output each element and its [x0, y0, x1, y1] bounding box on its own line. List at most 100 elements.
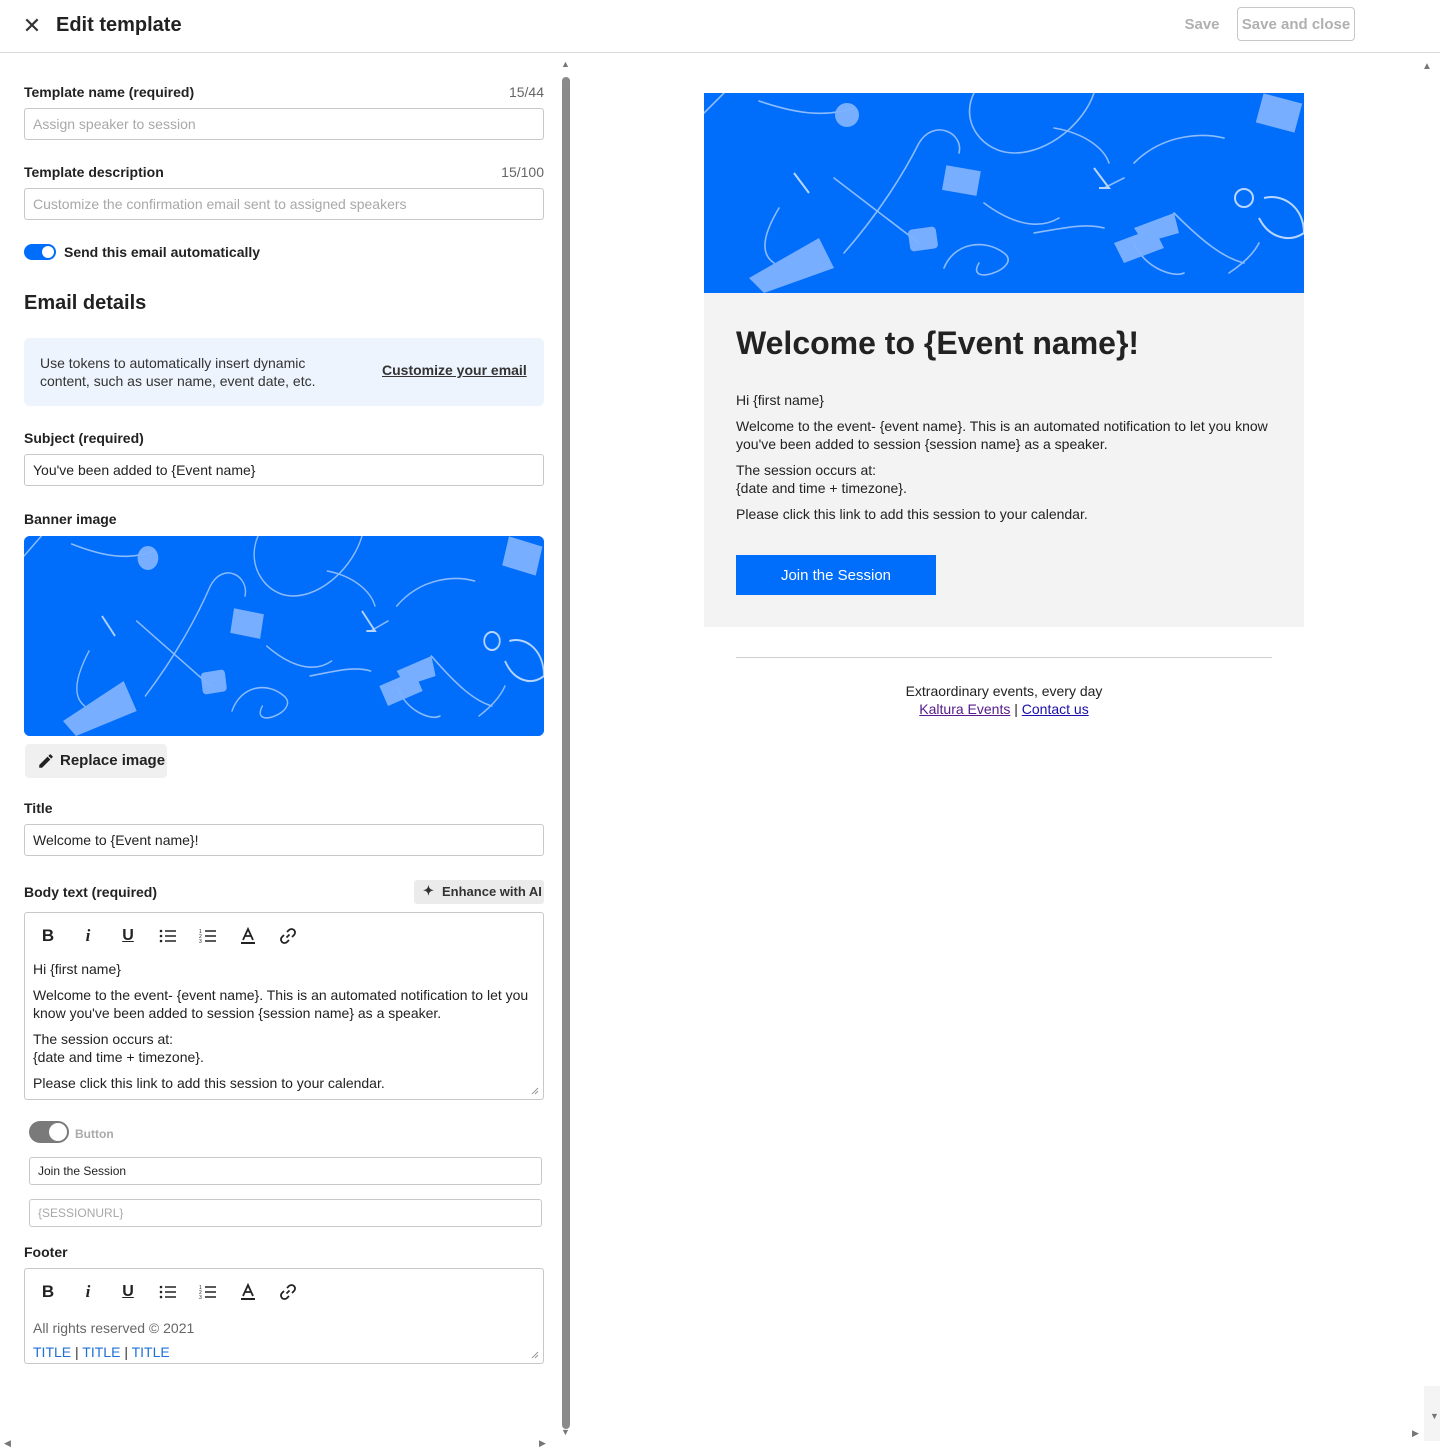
scroll-down-arrow-icon[interactable]: ▼: [1430, 1411, 1439, 1421]
footer-link[interactable]: TITLE: [82, 1344, 120, 1360]
scroll-left-arrow-icon[interactable]: ◀: [4, 1438, 11, 1449]
bullet-list-icon[interactable]: [156, 1279, 180, 1305]
preview-join-session-button[interactable]: Join the Session: [736, 555, 936, 595]
scroll-up-arrow-icon[interactable]: ▲: [1422, 61, 1432, 72]
save-and-close-button[interactable]: Save and close: [1237, 7, 1355, 41]
toggle-knob: [42, 246, 54, 258]
template-description-label: Template description: [24, 164, 164, 180]
underline-icon[interactable]: U: [116, 923, 140, 949]
body-text-label: Body text (required): [24, 884, 158, 900]
close-icon[interactable]: ✕: [20, 14, 44, 38]
toggle-knob: [49, 1123, 67, 1141]
underline-icon[interactable]: U: [116, 1279, 140, 1305]
body-paragraph-intro: Welcome to the event- {event name}. This…: [33, 987, 529, 1021]
auto-send-toggle[interactable]: [24, 244, 56, 260]
bold-icon[interactable]: B: [36, 923, 60, 949]
template-name-input[interactable]: Assign speaker to session: [24, 108, 544, 140]
preview-email-title: Welcome to {Event name}!: [736, 325, 1140, 361]
page-title: Edit template: [56, 14, 182, 36]
footer-link-separator: |: [124, 1344, 128, 1360]
button-toggle-label: Button: [75, 1127, 114, 1141]
subject-label: Subject (required): [24, 430, 144, 446]
email-details-heading: Email details: [24, 292, 147, 314]
preview-paragraph-session-time: The session occurs at: {date and time + t…: [736, 461, 1276, 497]
enhance-with-ai-label: Enhance with AI: [442, 884, 542, 899]
italic-icon[interactable]: i: [76, 1279, 100, 1305]
preview-session-datetime: {date and time + timezone}.: [736, 480, 907, 496]
italic-icon[interactable]: i: [76, 923, 100, 949]
preview-footer-links: Kaltura Events | Contact us: [704, 700, 1304, 718]
scroll-down-arrow-icon[interactable]: ▼: [561, 1427, 570, 1437]
footer-link-separator: |: [75, 1344, 79, 1360]
subject-input[interactable]: You've been added to {Event name}: [24, 454, 544, 486]
body-editor-content[interactable]: Hi {first name} Welcome to the event- {e…: [33, 960, 533, 1100]
body-paragraph-session-time: The session occurs at: {date and time + t…: [33, 1030, 533, 1066]
auto-send-label: Send this email automatically: [64, 244, 261, 260]
preview-paragraph-greeting: Hi {first name}: [736, 392, 824, 408]
banner-image-thumbnail: [24, 536, 544, 736]
text-color-icon[interactable]: [236, 1279, 260, 1305]
save-button[interactable]: Save: [1172, 8, 1232, 40]
text-color-icon[interactable]: [236, 923, 260, 949]
banner-image-label: Banner image: [24, 511, 117, 527]
numbered-list-icon[interactable]: 123: [196, 923, 220, 949]
svg-text:3: 3: [199, 939, 202, 945]
body-paragraph-greeting: Hi {first name}: [33, 961, 121, 977]
email-preview-panel: ▲ Welcome to {Event name}! Hi {first nam…: [574, 53, 1440, 1455]
contact-us-link[interactable]: Contact us: [1022, 701, 1089, 717]
body-session-label: The session occurs at:: [33, 1031, 174, 1047]
svg-text:3: 3: [199, 1295, 202, 1301]
body-paragraph-calendar: Please click this link to add this sessi…: [33, 1075, 385, 1091]
button-url-input[interactable]: {SESSIONURL}: [29, 1199, 542, 1227]
replace-image-button[interactable]: Replace image: [25, 744, 167, 778]
scroll-right-arrow-icon[interactable]: ▶: [1412, 1428, 1419, 1439]
preview-footer-tagline: Extraordinary events, every day: [905, 683, 1103, 699]
body-session-datetime: {date and time + timezone}.: [33, 1049, 204, 1065]
footer-link[interactable]: TITLE: [132, 1344, 170, 1360]
resize-handle-icon[interactable]: [531, 1351, 539, 1359]
template-name-counter: 15/44: [508, 84, 544, 100]
resize-handle-icon[interactable]: [531, 1087, 539, 1095]
form-scrollbar[interactable]: ▲ ▼: [559, 53, 573, 1455]
body-text-editor[interactable]: B i U 123 Hi {first name} Welcome to the…: [24, 912, 544, 1100]
preview-footer-separator: |: [1014, 701, 1018, 717]
button-text-input[interactable]: Join the Session: [29, 1157, 542, 1185]
template-description-counter: 15/100: [501, 164, 544, 180]
customize-email-link[interactable]: Customize your email: [382, 362, 527, 378]
form-panel: Template name (required) 15/44 Assign sp…: [0, 53, 573, 1455]
scroll-up-arrow-icon[interactable]: ▲: [561, 59, 570, 69]
banner-illustration: [24, 536, 544, 736]
button-toggle[interactable]: [29, 1121, 69, 1143]
footer-label: Footer: [24, 1244, 68, 1260]
preview-session-label: The session occurs at:: [736, 462, 877, 478]
footer-editor-content[interactable]: All rights reserved © 2021 TITLE | TITLE…: [33, 1316, 533, 1364]
preview-paragraph-calendar: Please click this link to add this sessi…: [736, 506, 1088, 522]
tokens-info-text: Use tokens to automatically insert dynam…: [40, 355, 316, 389]
scrollbar-thumb[interactable]: [562, 77, 570, 1429]
scroll-right-arrow-icon[interactable]: ▶: [539, 1438, 546, 1449]
footer-rights-text: All rights reserved © 2021: [33, 1320, 195, 1336]
sparkle-icon: ✦: [423, 883, 434, 898]
footer-links: TITLE | TITLE | TITLE: [33, 1340, 533, 1364]
preview-footer-divider: [736, 657, 1272, 658]
title-label: Title: [24, 800, 53, 816]
template-name-label: Template name (required): [24, 84, 195, 100]
footer-editor[interactable]: B i U 123 All rights reserved © 2021 TIT…: [24, 1268, 544, 1364]
numbered-list-icon[interactable]: 123: [196, 1279, 220, 1305]
link-icon[interactable]: [276, 1279, 300, 1305]
footer-link[interactable]: TITLE: [33, 1344, 71, 1360]
bold-icon[interactable]: B: [36, 1279, 60, 1305]
preview-email-body: Hi {first name} Welcome to the event- {e…: [736, 391, 1276, 531]
banner-illustration: [704, 93, 1304, 293]
link-icon[interactable]: [276, 923, 300, 949]
template-description-input[interactable]: Customize the confirmation email sent to…: [24, 188, 544, 220]
bullet-list-icon[interactable]: [156, 923, 180, 949]
replace-image-label: Replace image: [60, 752, 166, 769]
preview-email-card: Welcome to {Event name}! Hi {first name}…: [704, 293, 1304, 627]
enhance-with-ai-button[interactable]: ✦ Enhance with AI: [414, 880, 544, 904]
tokens-info-box: Use tokens to automatically insert dynam…: [24, 338, 544, 406]
preview-paragraph-intro: Welcome to the event- {event name}. This…: [736, 418, 1268, 452]
pencil-icon: [39, 754, 53, 768]
kaltura-events-link[interactable]: Kaltura Events: [919, 701, 1010, 717]
title-input[interactable]: Welcome to {Event name}!: [24, 824, 544, 856]
